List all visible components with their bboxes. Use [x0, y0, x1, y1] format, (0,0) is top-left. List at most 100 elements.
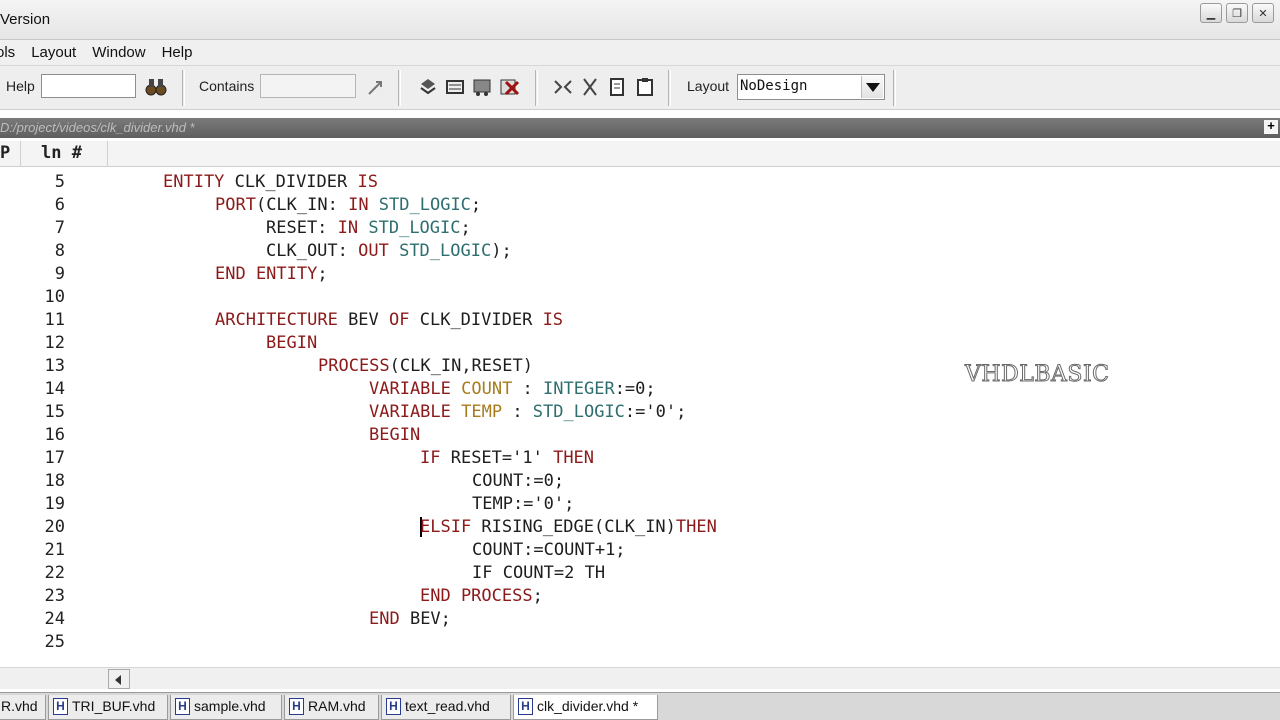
- line-number: 17: [44, 448, 65, 468]
- code-token: :: [522, 379, 544, 399]
- code-token: ;: [460, 218, 471, 238]
- paste-icon[interactable]: [633, 75, 657, 99]
- code-line[interactable]: 6 PORT(CLK_IN: IN STD_LOGIC;: [0, 195, 1280, 218]
- code-line[interactable]: 24 END BEV;: [0, 609, 1280, 632]
- code-token: VARIABLE: [369, 402, 462, 422]
- code-line[interactable]: 8 CLK_OUT: OUT STD_LOGIC);: [0, 241, 1280, 264]
- line-number: 8: [54, 241, 65, 261]
- code-line[interactable]: 5 ENTITY CLK_DIVIDER IS: [0, 172, 1280, 195]
- code-token: ARCHITECTURE: [215, 310, 349, 330]
- minimize-button[interactable]: ▁: [1200, 3, 1222, 23]
- line-number: 25: [44, 632, 65, 652]
- code-text: ENTITY CLK_DIVIDER IS: [163, 172, 378, 192]
- code-line[interactable]: 15 VARIABLE TEMP : STD_LOGIC:='0';: [0, 402, 1280, 425]
- file-tab[interactable]: Htext_read.vhd: [381, 695, 511, 720]
- code-token: +1;: [594, 540, 626, 560]
- code-token: THEN: [553, 448, 595, 468]
- maximize-button[interactable]: ❐: [1226, 3, 1248, 23]
- line-number: 21: [44, 540, 65, 560]
- cut-icon[interactable]: [578, 75, 602, 99]
- file-tab-bar: R.vhd H TRI_BUF.vhd Hsample.vhd H RAM.vhd Htex…: [0, 692, 1280, 720]
- menu-layout[interactable]: Layout: [23, 44, 84, 61]
- code-text: VARIABLE COUNT : INTEGER:=0;: [369, 379, 656, 399]
- code-line[interactable]: 10: [0, 287, 1280, 310]
- line-number: 19: [44, 494, 65, 514]
- break-icon[interactable]: [497, 75, 521, 99]
- binoculars-icon[interactable]: [144, 75, 168, 99]
- code-line[interactable]: 20 ELSIF RISING_EDGE(CLK_IN)THEN: [0, 517, 1280, 540]
- scroll-left-button[interactable]: [108, 669, 130, 689]
- file-tab-label: clk_divider.vhd *: [537, 698, 639, 714]
- code-line[interactable]: 19 TEMP:='0';: [0, 494, 1280, 517]
- code-token: TEMP: [461, 402, 513, 422]
- compile-icon[interactable]: [416, 75, 440, 99]
- find-arrow-icon[interactable]: [364, 75, 388, 99]
- code-line[interactable]: 18 COUNT:=0;: [0, 471, 1280, 494]
- vhdl-file-icon: H: [518, 698, 533, 715]
- code-token: IF: [420, 448, 451, 468]
- file-tab[interactable]: H TRI_BUF.vhd: [48, 695, 168, 720]
- help-search-input[interactable]: [41, 74, 136, 98]
- expand-icon[interactable]: +: [1264, 119, 1278, 134]
- code-line[interactable]: 16 BEGIN: [0, 425, 1280, 448]
- cut-marker-icon[interactable]: [551, 75, 575, 99]
- file-tab[interactable]: H RAM.vhd: [284, 695, 379, 720]
- code-line[interactable]: 12 BEGIN: [0, 333, 1280, 356]
- code-token: ENTITY: [163, 172, 235, 192]
- code-token: END: [369, 609, 410, 629]
- code-token: END PROCESS: [420, 586, 533, 606]
- code-line[interactable]: 21 COUNT:=COUNT+1;: [0, 540, 1280, 563]
- line-number: 22: [44, 563, 65, 583]
- file-tab[interactable]: R.vhd: [0, 695, 46, 720]
- toolbar-separator: [668, 70, 671, 106]
- menu-tools[interactable]: ols: [0, 44, 23, 61]
- code-text: END ENTITY;: [215, 264, 328, 284]
- contains-input[interactable]: [260, 74, 356, 98]
- file-tab[interactable]: Hsample.vhd: [170, 695, 282, 720]
- editor-column-header: P ln #: [0, 141, 1280, 167]
- code-line[interactable]: 11 ARCHITECTURE BEV OF CLK_DIVIDER IS: [0, 310, 1280, 333]
- file-path: D:/project/videos/clk_divider.vhd *: [0, 120, 195, 135]
- simulate-icon[interactable]: [470, 75, 494, 99]
- code-editor[interactable]: 5 ENTITY CLK_DIVIDER IS 6 PORT(CLK_IN: IN S…: [0, 172, 1280, 667]
- file-tab-label: sample.vhd: [194, 698, 266, 714]
- vhdl-file-icon: H: [175, 698, 190, 715]
- code-line[interactable]: 17 IF RESET='1' THEN: [0, 448, 1280, 471]
- layout-select[interactable]: NoDesign: [737, 74, 885, 100]
- code-text: END BEV;: [369, 609, 451, 629]
- code-line[interactable]: 23 END PROCESS;: [0, 586, 1280, 609]
- code-token: OUT: [358, 241, 400, 261]
- code-token: STD_LOGIC: [532, 402, 625, 422]
- compile-all-icon[interactable]: [443, 75, 467, 99]
- code-token: CLK_DIVIDER: [419, 310, 543, 330]
- menu-window[interactable]: Window: [84, 44, 153, 61]
- line-number: 9: [54, 264, 65, 284]
- line-number: 5: [54, 172, 65, 192]
- code-token: INTEGER: [543, 379, 615, 399]
- line-number: 7: [54, 218, 65, 238]
- layout-label: Layout: [687, 78, 730, 94]
- horizontal-scrollbar[interactable]: [0, 667, 1280, 689]
- chevron-down-icon[interactable]: [861, 76, 883, 98]
- title-bar: Version ▁ ❐ ✕: [0, 0, 1280, 40]
- code-token: STD_LOGIC: [399, 241, 492, 261]
- copy-icon[interactable]: [605, 75, 629, 99]
- close-button[interactable]: ✕: [1252, 3, 1274, 23]
- layout-select-value: NoDesign: [740, 78, 808, 94]
- menu-help[interactable]: Help: [154, 44, 201, 61]
- code-line[interactable]: 22 IF COUNT=2 TH: [0, 563, 1280, 586]
- toolbar: Help Contains Layout NoDesign: [0, 66, 1280, 110]
- file-tab[interactable]: Hclk_divider.vhd *: [513, 695, 658, 720]
- window-controls: ▁ ❐ ✕: [1200, 3, 1274, 23]
- code-line[interactable]: 9 END ENTITY;: [0, 264, 1280, 287]
- code-token: BEGIN: [266, 333, 318, 353]
- code-line[interactable]: 7 RESET: IN STD_LOGIC;: [0, 218, 1280, 241]
- code-token: IN: [348, 195, 379, 215]
- code-token: RISING_EDGE: [481, 517, 595, 537]
- line-number: 23: [44, 586, 65, 606]
- code-line[interactable]: 25: [0, 632, 1280, 655]
- code-token: CLK_DIVIDER: [234, 172, 358, 192]
- code-text: ELSIF RISING_EDGE(CLK_IN)THEN: [420, 517, 717, 537]
- file-tab-label: R.vhd: [1, 698, 38, 714]
- code-token: PROCESS: [318, 356, 390, 376]
